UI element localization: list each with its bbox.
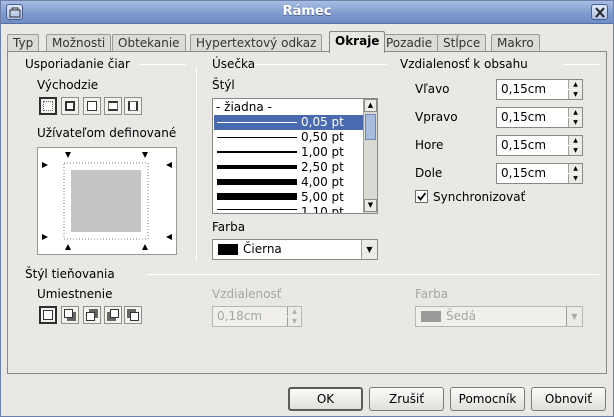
tab-columns[interactable]: Stĺpce (437, 34, 487, 52)
shadow-color-dropdown[interactable]: Šedá ▼ (415, 306, 583, 327)
tab-hyperlink[interactable]: Hypertextový odkaz (190, 34, 323, 52)
shadow-top-right-button[interactable] (83, 306, 101, 324)
list-item[interactable]: 0,50 pt (214, 130, 364, 145)
spacing-right-field[interactable]: 0,15cm ▲ ▼ (496, 107, 583, 128)
default-label: Východzie (37, 78, 99, 92)
increase-icon[interactable]: ▲ (568, 108, 582, 117)
checkmark-icon (417, 192, 427, 201)
spacing-bottom-label: Dole (415, 166, 443, 180)
list-item[interactable]: - žiadna - (214, 100, 364, 115)
shadow-heading: Štýl tieňovania (25, 267, 115, 281)
list-item[interactable]: 1,00 pt (214, 145, 364, 160)
spacing-left-field[interactable]: 0,15cm ▲ ▼ (496, 79, 583, 100)
decrease-icon[interactable]: ▼ (287, 317, 301, 326)
spacing-left-label: Vľavo (415, 82, 450, 96)
spacing-top-field[interactable]: 0,15cm ▲ ▼ (496, 135, 583, 156)
shadow-color-label: Farba (415, 287, 449, 301)
separator (563, 64, 599, 65)
list-item[interactable]: 5,00 pt (214, 190, 364, 205)
separator (255, 64, 387, 65)
tab-macro[interactable]: Makro (491, 34, 540, 52)
increase-icon[interactable]: ▲ (568, 136, 582, 145)
reset-button[interactable]: Obnoviť (531, 387, 606, 411)
shadow-none-button[interactable] (39, 306, 57, 324)
spacing-bottom-field[interactable]: 0,15cm ▲ ▼ (496, 163, 583, 184)
tab-type[interactable]: Typ (7, 34, 40, 52)
increase-icon[interactable]: ▲ (568, 80, 582, 89)
preset-box-inner-button[interactable] (83, 97, 101, 115)
shadow-bottom-left-button[interactable] (104, 306, 122, 324)
synchronize-label[interactable]: Synchronizovať (433, 190, 525, 204)
list-item[interactable]: 2,50 pt (214, 160, 364, 175)
preset-none-button[interactable] (39, 97, 57, 115)
scroll-down-icon[interactable]: ▼ (364, 199, 377, 212)
tab-background[interactable]: Pozadie (380, 34, 439, 52)
list-item[interactable]: 4,00 pt (214, 175, 364, 190)
ok-button[interactable]: OK (288, 387, 363, 411)
shadow-bottom-right-button[interactable] (61, 306, 79, 324)
cancel-button[interactable]: Zrušiť (369, 387, 444, 411)
list-item[interactable]: 0,05 pt (214, 115, 364, 130)
title-bar[interactable]: Rámec (1, 1, 613, 24)
border-preview-canvas (42, 152, 172, 250)
line-arrangement-heading: Usporiadanie čiar (25, 57, 130, 71)
line-heading: Úsečka (212, 57, 256, 71)
chevron-down-icon[interactable]: ▼ (361, 240, 377, 259)
separator (139, 64, 186, 65)
decrease-icon[interactable]: ▼ (568, 90, 582, 99)
preset-box-button[interactable] (61, 97, 79, 115)
line-color-value: Čierna (243, 242, 282, 256)
help-button[interactable]: Pomocník (450, 387, 525, 411)
shadow-color-value: Šedá (446, 309, 476, 323)
list-scrollbar[interactable]: ▲ ▼ (363, 99, 377, 213)
line-style-list[interactable]: - žiadna - 0,05 pt 0,50 pt 1,00 pt 2,50 … (212, 98, 378, 214)
frame-dialog: Rámec Typ Možnosti Obtekanie Hypertextov… (0, 0, 614, 417)
separator (196, 67, 197, 262)
chevron-down-icon[interactable]: ▼ (566, 307, 582, 326)
list-item[interactable]: 1,10 pt (214, 205, 364, 213)
close-icon[interactable] (591, 4, 608, 20)
window-title: Rámec (282, 4, 332, 19)
spacing-heading: Vzdialenosť k obsahu (400, 57, 528, 71)
shadow-position-label: Umiestnenie (37, 287, 113, 301)
tab-borders[interactable]: Okraje (329, 31, 386, 53)
style-label: Štýl (212, 78, 235, 92)
spacing-top-label: Hore (415, 138, 444, 152)
color-swatch (218, 244, 238, 255)
scroll-thumb[interactable] (365, 114, 376, 140)
decrease-icon[interactable]: ▼ (568, 146, 582, 155)
line-color-dropdown[interactable]: Čierna ▼ (212, 239, 378, 260)
preset-top-bottom-button[interactable] (104, 97, 122, 115)
increase-icon[interactable]: ▲ (287, 307, 301, 316)
border-preview[interactable] (37, 147, 177, 255)
spacing-right-label: Vpravo (415, 110, 458, 124)
separator (146, 274, 599, 275)
preset-left-right-button[interactable] (124, 97, 142, 115)
decrease-icon[interactable]: ▼ (568, 118, 582, 127)
synchronize-checkbox[interactable] (415, 190, 428, 203)
tab-options[interactable]: Možnosti (46, 34, 112, 52)
tab-wrap[interactable]: Obtekanie (112, 34, 186, 52)
user-defined-label: Užívateľom definované (37, 126, 177, 140)
increase-icon[interactable]: ▲ (568, 164, 582, 173)
scroll-up-icon[interactable]: ▲ (364, 99, 377, 112)
line-color-label: Farba (212, 220, 246, 234)
shadow-top-left-button[interactable] (124, 306, 142, 324)
shadow-distance-field[interactable]: 0,18cm ▲ ▼ (212, 306, 302, 327)
decrease-icon[interactable]: ▼ (568, 174, 582, 183)
color-swatch (421, 311, 441, 322)
shadow-distance-label: Vzdialenosť (212, 287, 282, 301)
